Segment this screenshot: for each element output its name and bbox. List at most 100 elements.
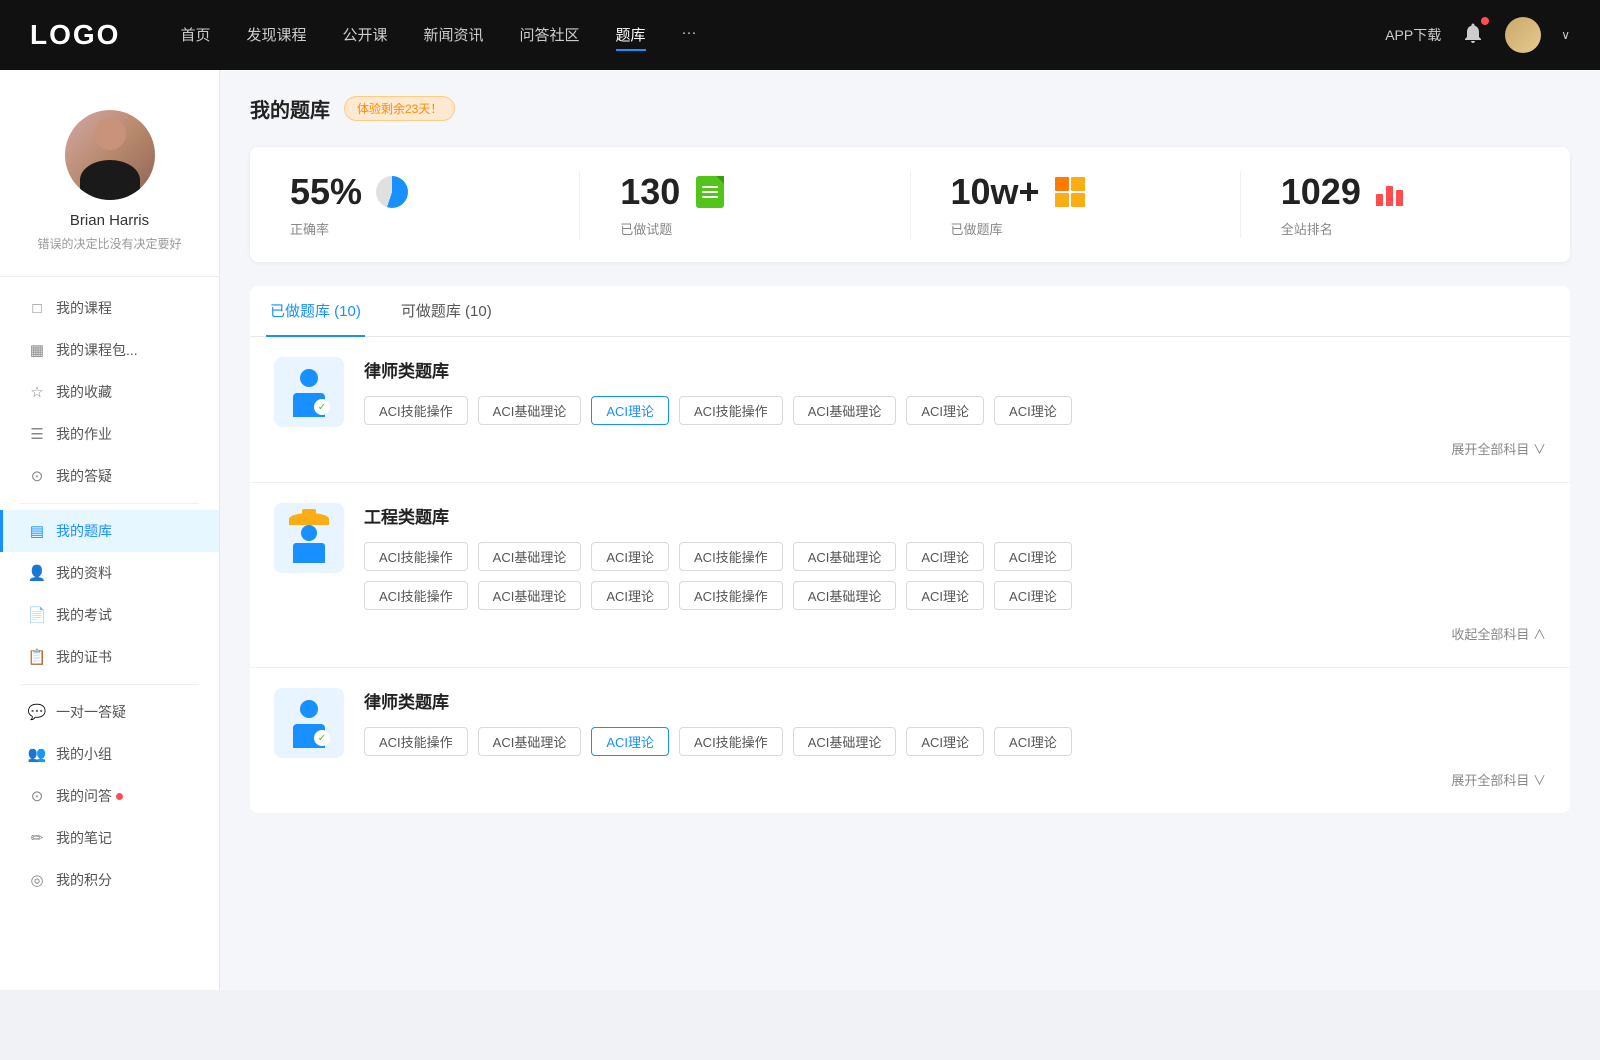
sidebar-item-quiz-bank[interactable]: ▤ 我的题库 <box>0 510 219 552</box>
sidebar-item-my-course[interactable]: □ 我的课程 <box>0 287 219 329</box>
tag-3-6[interactable]: ACI理论 <box>994 727 1072 756</box>
tag-2-3[interactable]: ACI技能操作 <box>679 542 783 571</box>
expand-link-1[interactable]: 展开全部科目 ∨ <box>364 435 1546 462</box>
quiz-bank-icon: ▤ <box>28 522 46 540</box>
tag-2-r2-1[interactable]: ACI基础理论 <box>478 581 582 610</box>
notification-bell[interactable] <box>1461 21 1485 50</box>
sidebar-item-label: 我的课程 <box>56 298 112 318</box>
tag-1-4[interactable]: ACI基础理论 <box>793 396 897 425</box>
tag-3-3[interactable]: ACI技能操作 <box>679 727 783 756</box>
tag-1-3[interactable]: ACI技能操作 <box>679 396 783 425</box>
tag-3-0[interactable]: ACI技能操作 <box>364 727 468 756</box>
expand-link-3[interactable]: 展开全部科目 ∨ <box>364 766 1546 793</box>
sidebar-item-qa[interactable]: ⊙ 我的答疑 <box>0 455 219 497</box>
navbar-right: APP下载 ∨ <box>1385 17 1570 53</box>
qa-badge <box>116 793 123 800</box>
stats-row: 55% 正确率 130 <box>250 147 1570 262</box>
tag-1-2[interactable]: ACI理论 <box>591 396 669 425</box>
user-avatar[interactable] <box>1505 17 1541 53</box>
sidebar-item-label: 我的考试 <box>56 605 112 625</box>
sidebar-item-label: 我的笔记 <box>56 828 112 848</box>
points-icon: ◎ <box>28 871 46 889</box>
nav-more[interactable]: ··· <box>682 20 697 51</box>
bank-card-3-title: 律师类题库 <box>364 688 1546 713</box>
sidebar-item-label: 我的作业 <box>56 424 112 444</box>
bank-card-1-header: ✓ 律师类题库 ACI技能操作 ACI基础理论 ACI理论 ACI技能操作 AC… <box>274 357 1546 462</box>
stat-rank-label: 全站排名 <box>1281 219 1333 238</box>
tag-1-6[interactable]: ACI理论 <box>994 396 1072 425</box>
sidebar-item-label: 我的问答 <box>56 786 112 806</box>
sidebar-item-favorites[interactable]: ☆ 我的收藏 <box>0 371 219 413</box>
bank-card-2-icon <box>274 503 344 573</box>
nav-open-course[interactable]: 公开课 <box>342 20 387 51</box>
tag-3-1[interactable]: ACI基础理论 <box>478 727 582 756</box>
sidebar-profile: Brian Harris 错误的决定比没有决定要好 <box>0 90 219 277</box>
accuracy-chart-icon <box>374 174 410 210</box>
tag-1-1[interactable]: ACI基础理论 <box>478 396 582 425</box>
stat-done-banks-label: 已做题库 <box>951 219 1003 238</box>
tag-2-r2-3[interactable]: ACI技能操作 <box>679 581 783 610</box>
tag-2-r2-6[interactable]: ACI理论 <box>994 581 1072 610</box>
tag-2-r2-5[interactable]: ACI理论 <box>906 581 984 610</box>
sidebar-item-course-package[interactable]: ▦ 我的课程包... <box>0 329 219 371</box>
sidebar-item-label: 我的课程包... <box>56 340 138 360</box>
stat-rank-row: 1029 <box>1281 171 1409 213</box>
bank-card-2-title: 工程类题库 <box>364 503 1546 528</box>
tag-2-4[interactable]: ACI基础理论 <box>793 542 897 571</box>
sidebar-item-certificate[interactable]: 📋 我的证书 <box>0 636 219 678</box>
sidebar-item-homework[interactable]: ☰ 我的作业 <box>0 413 219 455</box>
tag-3-2[interactable]: ACI理论 <box>591 727 669 756</box>
bank-card-1-icon: ✓ <box>274 357 344 427</box>
tag-2-r2-2[interactable]: ACI理论 <box>591 581 669 610</box>
stat-done-questions-label: 已做试题 <box>620 219 672 238</box>
my-qa-icon: ⊙ <box>28 787 46 805</box>
nav-news[interactable]: 新闻资讯 <box>424 20 484 51</box>
sidebar-item-my-qa[interactable]: ⊙ 我的问答 <box>0 775 219 817</box>
sidebar-item-group[interactable]: 👥 我的小组 <box>0 733 219 775</box>
stat-done-questions: 130 已做试题 <box>580 171 910 238</box>
bank-card-1-content: 律师类题库 ACI技能操作 ACI基础理论 ACI理论 ACI技能操作 ACI基… <box>364 357 1546 462</box>
stat-accuracy-label: 正确率 <box>290 219 329 238</box>
sidebar-item-notes[interactable]: ✏ 我的笔记 <box>0 817 219 859</box>
tab-done[interactable]: 已做题库 (10) <box>266 286 365 337</box>
main-container: Brian Harris 错误的决定比没有决定要好 □ 我的课程 ▦ 我的课程包… <box>0 70 1600 990</box>
tag-1-5[interactable]: ACI理论 <box>906 396 984 425</box>
tag-2-r2-0[interactable]: ACI技能操作 <box>364 581 468 610</box>
bank-card-3: ✓ 律师类题库 ACI技能操作 ACI基础理论 ACI理论 ACI技能操作 AC… <box>250 668 1570 813</box>
bank-card-3-icon: ✓ <box>274 688 344 758</box>
grid-icon-shape <box>1055 177 1085 207</box>
one-on-one-icon: 💬 <box>28 703 46 721</box>
nav-home[interactable]: 首页 <box>180 20 210 51</box>
collapse-link-2[interactable]: 收起全部科目 ∧ <box>364 620 1546 647</box>
tab-todo[interactable]: 可做题库 (10) <box>397 286 496 337</box>
sidebar-item-points[interactable]: ◎ 我的积分 <box>0 859 219 901</box>
tag-3-4[interactable]: ACI基础理论 <box>793 727 897 756</box>
tag-2-0[interactable]: ACI技能操作 <box>364 542 468 571</box>
lawyer-head-1 <box>300 369 318 387</box>
nav-quiz[interactable]: 题库 <box>616 20 646 51</box>
document-icon <box>696 176 724 208</box>
tag-2-2[interactable]: ACI理论 <box>591 542 669 571</box>
stat-rank-value: 1029 <box>1281 171 1361 213</box>
sidebar-item-exam[interactable]: 📄 我的考试 <box>0 594 219 636</box>
tag-2-1[interactable]: ACI基础理论 <box>478 542 582 571</box>
grid-cell-2 <box>1071 177 1085 191</box>
nav-discover[interactable]: 发现课程 <box>246 20 306 51</box>
tag-1-0[interactable]: ACI技能操作 <box>364 396 468 425</box>
tag-3-5[interactable]: ACI理论 <box>906 727 984 756</box>
nav-qa[interactable]: 问答社区 <box>520 20 580 51</box>
user-menu-chevron[interactable]: ∨ <box>1561 28 1570 42</box>
tag-2-6[interactable]: ACI理论 <box>994 542 1072 571</box>
favorites-icon: ☆ <box>28 383 46 401</box>
tag-2-5[interactable]: ACI理论 <box>906 542 984 571</box>
stat-rank: 1029 全站排名 <box>1241 171 1570 238</box>
sidebar-item-one-on-one[interactable]: 💬 一对一答疑 <box>0 691 219 733</box>
sidebar-avatar <box>65 110 155 200</box>
app-download-link[interactable]: APP下载 <box>1385 25 1441 45</box>
sidebar-item-profile[interactable]: 👤 我的资料 <box>0 552 219 594</box>
sidebar-item-label: 我的题库 <box>56 521 112 541</box>
bar-1 <box>1376 194 1383 206</box>
stat-done-questions-row: 130 <box>620 171 728 213</box>
tag-2-r2-4[interactable]: ACI基础理论 <box>793 581 897 610</box>
stat-done-banks-row: 10w+ <box>951 171 1088 213</box>
